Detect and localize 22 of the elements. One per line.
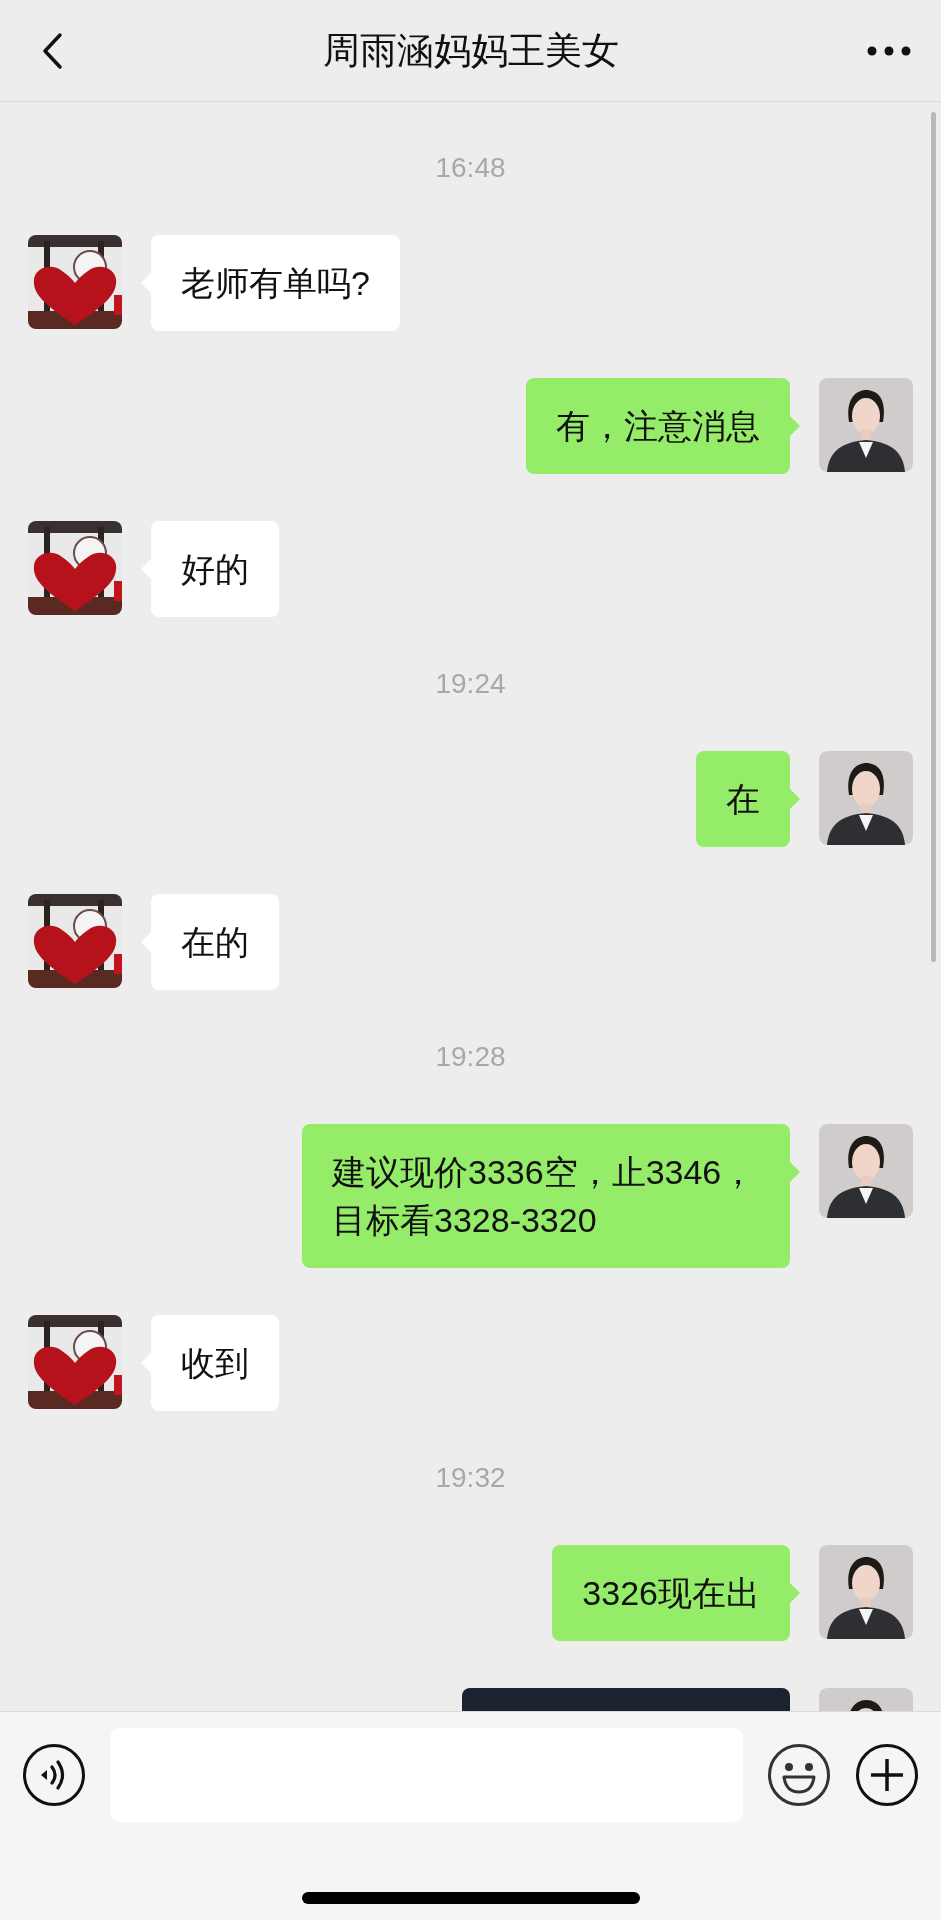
message-bubble: 3326现在出: [552, 1545, 790, 1641]
bubble-tail: [790, 1162, 800, 1182]
bubble-tail: [790, 416, 800, 436]
bubble-tail: [790, 789, 800, 809]
message-bubble: 收到: [151, 1315, 279, 1411]
emoji-icon[interactable]: [767, 1743, 831, 1807]
voice-icon[interactable]: [22, 1743, 86, 1807]
more-icon[interactable]: [867, 45, 911, 56]
message-bubble: 在的: [151, 894, 279, 990]
plus-icon[interactable]: [855, 1743, 919, 1807]
message-bubble: 在: [696, 751, 790, 847]
timestamp: 19:28: [435, 1041, 506, 1073]
chat-title: 周雨涵妈妈王美女: [322, 28, 619, 73]
timestamp: 19:24: [435, 668, 506, 700]
back-icon[interactable]: [40, 30, 64, 71]
message-bubble: 好的: [151, 521, 279, 617]
message-bubble: 有，注意消息: [526, 378, 790, 474]
message-bubble: 老师有单吗?: [151, 235, 400, 331]
timestamp: 16:48: [435, 152, 506, 184]
message-bubble: 建议现价3336空，止3346，目标看3328-3320: [302, 1124, 790, 1268]
timestamp: 19:32: [435, 1462, 506, 1494]
bubble-tail: [790, 1583, 800, 1603]
